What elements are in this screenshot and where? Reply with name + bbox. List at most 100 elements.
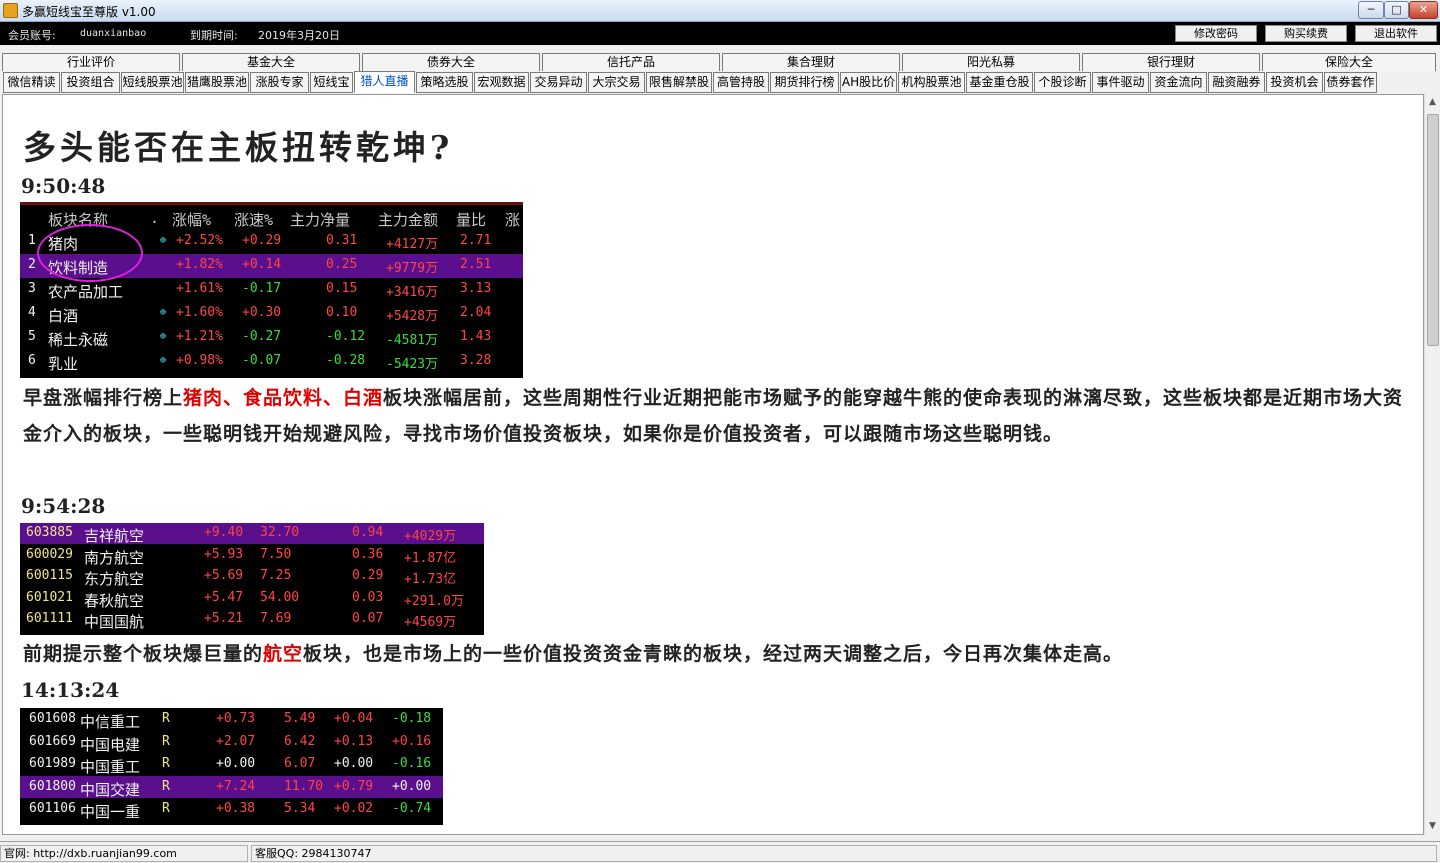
tab-3[interactable]: 短线股票池 (121, 72, 184, 93)
renew-button[interactable]: 购买续费 (1265, 25, 1347, 42)
main-amount: +1.73亿 (404, 572, 457, 587)
scroll-thumb[interactable] (1427, 114, 1439, 346)
tab-11[interactable]: 大宗交易 (588, 72, 645, 93)
change-password-button[interactable]: 修改密码 (1175, 25, 1257, 42)
table-row[interactable]: 601111 中国国航 +5.21 7.69 0.07 +4569万 (20, 609, 484, 631)
main-net: 0.36 (352, 546, 384, 562)
rise-percent: +2.52% (176, 233, 223, 248)
category-3[interactable]: 债券大全 (362, 53, 540, 71)
tab-16[interactable]: 机构股票池 (898, 72, 965, 93)
tab-13[interactable]: 高管持股 (713, 72, 769, 93)
table-row[interactable]: 601608 中信重工 R +0.73 5.49 +0.04 -0.18 (20, 708, 443, 731)
scroll-up-icon[interactable]: ▲ (1425, 94, 1440, 111)
stock-name: 春秋航空 (84, 591, 145, 610)
main-amount: +5428万 (386, 309, 439, 324)
table-row[interactable]: 600115 东方航空 +5.69 7.25 0.29 +1.73亿 (20, 566, 484, 588)
table-row[interactable]: 601989 中国重工 R +0.00 6.07 +0.00 -0.16 (20, 753, 443, 776)
category-1[interactable]: 行业评价 (2, 53, 180, 71)
row-number: 3 (28, 281, 36, 296)
tab-7[interactable]: 猎人直播 (354, 71, 415, 93)
category-6[interactable]: 阳光私募 (902, 53, 1080, 71)
tab-6[interactable]: 短线宝 (310, 72, 353, 93)
main-amount: +1.87亿 (404, 550, 457, 566)
stock-name: 吉祥航空 (84, 527, 145, 545)
main-net: 0.10 (326, 305, 358, 320)
main-net: -0.12 (326, 329, 366, 344)
app-window: 多赢短线宝至尊版 v1.00 ─ □ ✕ 会员账号: duanxianbao 到… (0, 0, 1440, 863)
app-logo-icon (3, 3, 18, 18)
paragraph-2-highlight: 航空 (263, 643, 304, 665)
tab-12[interactable]: 限售解禁股 (646, 72, 712, 93)
column-header: 涨速% (234, 211, 274, 229)
time-stamp-1: 9:50:48 (21, 174, 106, 198)
rise-percent: +5.21 (204, 611, 244, 626)
stock-price: 7.69 (260, 611, 292, 626)
table-row[interactable]: 6 乳业 +0.98% -0.07 -0.28 -5423万 3.28 ⊕ (20, 350, 523, 374)
main-amount: +291.0万 (404, 593, 464, 609)
table-row[interactable]: 601800 中国交建 R +7.24 11.70 +0.79 +0.00 (20, 775, 443, 799)
table-row[interactable]: 5 稀土永磁 +1.21% -0.27 -0.12 -4581万 1.43 ⊕ (20, 326, 523, 350)
rise-percent: +9.40 (204, 525, 244, 540)
main-net: +0.00 (392, 778, 432, 794)
column-header: 主力金额 (378, 211, 439, 229)
stock-code: 600115 (26, 568, 73, 583)
expire-value: 2019年3月20日 (258, 29, 340, 42)
close-button[interactable]: ✕ (1409, 1, 1438, 19)
status-bar: 官网: http://dxb.ruanjian99.com 客服QQ: 2984… (0, 841, 1440, 863)
volume-ratio: 3.28 (460, 353, 492, 368)
rise-percent: +1.82% (176, 257, 223, 272)
tab-17[interactable]: 基金重仓股 (966, 72, 1033, 93)
main-amount: -4581万 (386, 333, 439, 348)
tab-2[interactable]: 投资组合 (61, 72, 120, 93)
category-5[interactable]: 集合理财 (722, 53, 900, 71)
table-row[interactable]: 601106 中国一重 R +0.38 5.34 +0.02 -0.74 (20, 798, 443, 821)
table-row[interactable]: 603885 吉祥航空 +9.40 32.70 0.94 +4029万 (20, 523, 484, 545)
vertical-scrollbar[interactable]: ▲ ▼ (1424, 94, 1440, 835)
scroll-down-icon[interactable]: ▼ (1425, 818, 1440, 835)
main-amount: +4569万 (404, 615, 457, 630)
tab-14[interactable]: 期货排行榜 (770, 72, 839, 93)
tab-9[interactable]: 宏观数据 (474, 72, 529, 93)
table-row[interactable]: 4 白酒 +1.60% +0.30 0.10 +5428万 2.04 ⊕ (20, 302, 523, 326)
table-row[interactable]: 601021 春秋航空 +5.47 54.00 0.03 +291.0万 (20, 588, 484, 610)
minimize-button[interactable]: ─ (1358, 1, 1384, 19)
category-7[interactable]: 银行理财 (1082, 53, 1260, 71)
tab-8[interactable]: 策略选股 (416, 72, 473, 93)
tab-4[interactable]: 猎鹰股票池 (185, 72, 249, 93)
tab-23[interactable]: 债券套作 (1324, 72, 1377, 93)
member-value: duanxianbao (80, 28, 147, 39)
rise-speed: +0.13 (334, 733, 374, 749)
stock-code: 603885 (26, 525, 73, 540)
tab-5[interactable]: 涨股专家 (250, 72, 309, 93)
row-number: 1 (28, 233, 36, 248)
tab-20[interactable]: 资金流向 (1150, 72, 1207, 93)
website-link[interactable]: 官网: http://dxb.ruanjian99.com (0, 845, 248, 862)
table-top-divider (20, 202, 523, 205)
category-4[interactable]: 信托产品 (542, 53, 720, 71)
maximize-button[interactable]: □ (1384, 1, 1409, 19)
category-2[interactable]: 基金大全 (182, 53, 360, 71)
stock-code: 601111 (26, 611, 73, 626)
row-number: 6 (28, 353, 36, 368)
tab-22[interactable]: 投资机会 (1266, 72, 1323, 93)
tab-15[interactable]: AH股比价 (840, 72, 897, 93)
tab-10[interactable]: 交易异动 (530, 72, 587, 93)
title-bar: 多赢短线宝至尊版 v1.00 ─ □ ✕ (0, 0, 1440, 22)
main-amount: +4029万 (404, 529, 457, 544)
category-8[interactable]: 保险大全 (1262, 53, 1436, 71)
expire-label: 到期时间: (190, 29, 238, 42)
rise-speed: +0.04 (334, 711, 374, 726)
tab-1[interactable]: 微信精读 (3, 72, 60, 93)
stock-price: 7.50 (260, 546, 292, 562)
exit-button[interactable]: 退出软件 (1355, 25, 1437, 42)
tab-19[interactable]: 事件驱动 (1092, 72, 1149, 93)
plus-icon: ⊕ (160, 355, 167, 366)
margin-flag: R (162, 756, 170, 772)
tab-21[interactable]: 融资融券 (1208, 72, 1265, 93)
rise-percent: +0.73 (216, 711, 256, 726)
table-row[interactable]: 600029 南方航空 +5.93 7.50 0.36 +1.87亿 (20, 545, 484, 567)
table-row[interactable]: 601669 中国电建 R +2.07 6.42 +0.13 +0.16 (20, 731, 443, 754)
tab-18[interactable]: 个股诊断 (1034, 72, 1091, 93)
stock-name: 中国国航 (84, 613, 145, 631)
rise-percent: +2.07 (216, 733, 256, 749)
